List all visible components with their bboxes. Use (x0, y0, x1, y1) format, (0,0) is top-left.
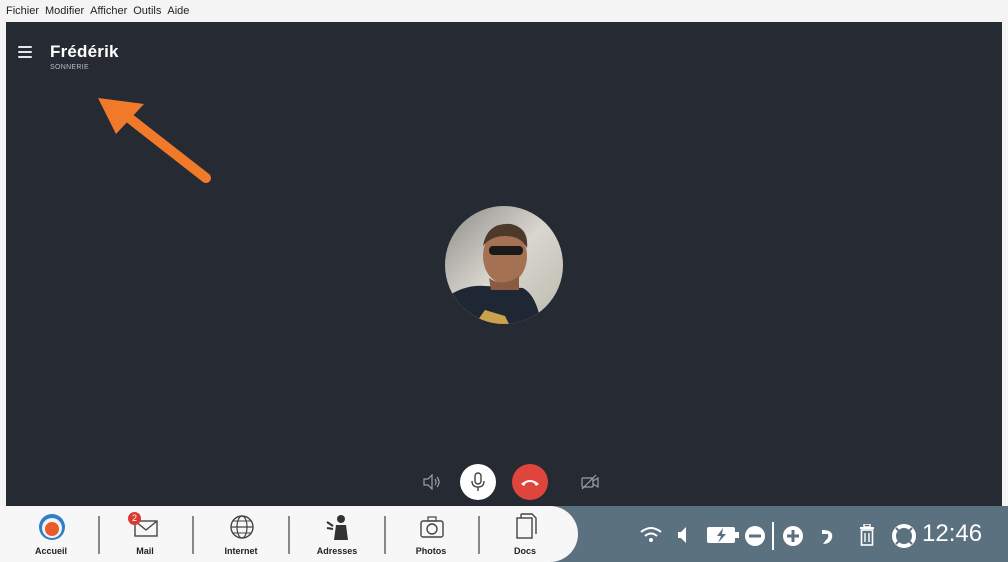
app-mail[interactable]: Mail (110, 510, 180, 560)
separator (288, 516, 290, 554)
menu-modifier[interactable]: Modifier (45, 5, 84, 17)
separator (384, 516, 386, 554)
menu-aide[interactable]: Aide (167, 5, 189, 17)
app-label: Photos (415, 546, 447, 556)
menu-fichier[interactable]: Fichier (6, 5, 39, 17)
app-label: Adresses (316, 546, 358, 556)
menu-afficher[interactable]: Afficher (90, 5, 127, 17)
wifi-icon[interactable] (640, 526, 662, 544)
video-off-icon (581, 474, 599, 490)
phone-hangup-icon (521, 480, 539, 486)
call-window: Frédérik SONNERIE (6, 22, 1002, 506)
app-label: Mail (136, 546, 154, 556)
caller-avatar (445, 206, 563, 324)
microphone-button[interactable] (460, 464, 496, 500)
caller-name: Frédérik (50, 42, 119, 61)
menu-outils[interactable]: Outils (133, 5, 161, 17)
hang-up-button[interactable] (512, 464, 548, 500)
camera-icon (420, 516, 444, 538)
zoom-out-icon[interactable] (744, 525, 766, 547)
app-adresses[interactable]: Adresses (302, 510, 372, 560)
trash-icon[interactable] (858, 524, 876, 546)
clock: 12:46 (922, 520, 983, 547)
documents-icon (516, 513, 537, 539)
speaker-button[interactable] (414, 464, 450, 500)
app-docs[interactable]: Docs (490, 510, 560, 560)
separator (192, 516, 194, 554)
zoom-divider (772, 522, 774, 550)
mail-unread-badge: 2 (128, 512, 141, 525)
help-lifebuoy-icon[interactable] (892, 524, 916, 548)
app-label: Internet (224, 546, 258, 556)
menu-bar: Fichier Modifier Afficher Outils Aide (0, 0, 1008, 22)
battery-charging-icon (707, 527, 739, 543)
app-label: Accueil (34, 546, 67, 556)
microphone-icon (471, 472, 485, 491)
volume-icon[interactable] (676, 526, 688, 544)
app-internet[interactable]: Internet (206, 510, 276, 560)
speaker-icon (423, 474, 440, 490)
zoom-in-icon[interactable] (782, 525, 804, 547)
separator (98, 516, 100, 554)
undo-icon[interactable] (820, 526, 836, 546)
home-logo-icon (39, 514, 65, 540)
app-accueil[interactable]: Accueil (16, 510, 86, 560)
contacts-icon (326, 515, 348, 540)
hamburger-menu-icon[interactable] (18, 46, 32, 58)
app-label: Docs (513, 546, 536, 556)
taskbar: Accueil Mail 2 Internet Adresses Photos … (0, 506, 1008, 562)
call-status: SONNERIE (50, 64, 89, 71)
orange-arrow-annotation (98, 98, 211, 183)
globe-icon (230, 515, 254, 539)
separator (478, 516, 480, 554)
video-toggle-button[interactable] (572, 464, 608, 500)
app-launcher: Accueil Mail 2 Internet Adresses Photos … (0, 506, 578, 562)
app-photos[interactable]: Photos (396, 510, 466, 560)
call-controls (6, 464, 1002, 500)
